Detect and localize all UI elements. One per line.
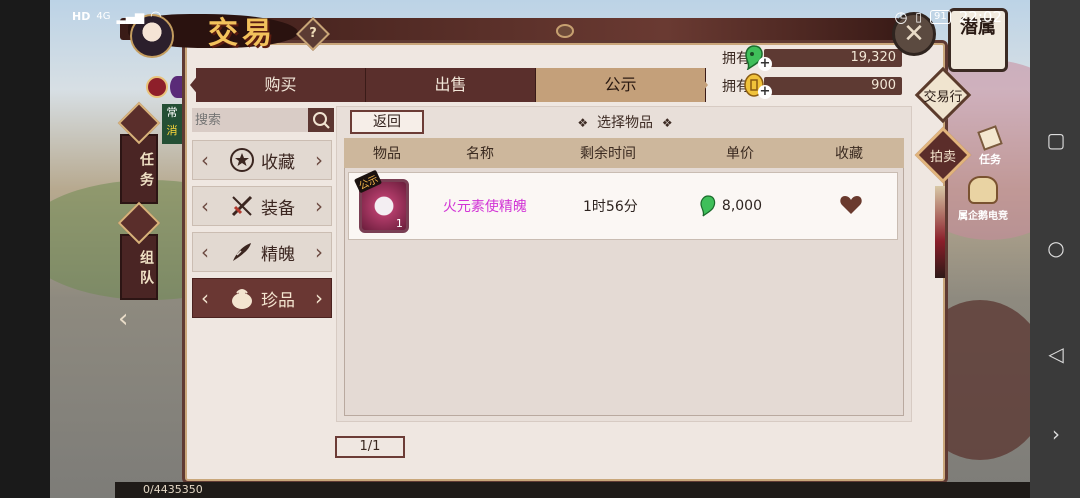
auction-label: 拍卖 <box>929 150 956 165</box>
category-souls[interactable]: ‹ 精魄 › <box>192 232 332 272</box>
back-button[interactable]: 返回 <box>350 110 424 134</box>
task-tab[interactable]: 任务 <box>120 134 158 204</box>
select-item-title: ❖ 选择物品 ❖ <box>540 112 710 134</box>
category-favorites[interactable]: ‹ 收藏 › <box>192 140 332 180</box>
sword-icon <box>231 195 253 217</box>
tab-buy[interactable]: 购买 <box>196 68 366 102</box>
column-time-left: 剩余时间 <box>580 146 636 162</box>
chevron-right-icon: › <box>315 286 323 310</box>
chevron-left-icon: ‹ <box>201 240 209 264</box>
column-item: 物品 <box>373 146 401 162</box>
chevron-left-icon: ‹ <box>201 194 209 218</box>
clock: 22:02 <box>958 8 1002 26</box>
category-equipment[interactable]: ‹ 装备 › <box>192 186 332 226</box>
chevron-left-icon: ‹ <box>201 286 209 310</box>
back-nav-icon[interactable]: ◁ <box>1045 342 1067 366</box>
left-collapse-icon[interactable]: ‹ <box>118 304 128 334</box>
alarm-icon: ◷ <box>894 8 908 26</box>
scroll-icon <box>977 125 1003 151</box>
coin-currency-row: 拥有 + 900 <box>722 73 902 99</box>
jade-add-button[interactable]: + <box>758 57 772 71</box>
search-button[interactable] <box>308 108 334 132</box>
guild-button[interactable]: 属企鹅电竞 <box>950 176 1016 224</box>
list-header: 物品 名称 剩余时间 单价 收藏 <box>344 138 904 168</box>
tab-sell[interactable]: 出售 <box>366 68 536 102</box>
trade-house-button[interactable]: 交易行 <box>914 66 972 124</box>
category-favorites-label: 收藏 <box>261 152 295 173</box>
system-nav-bar: ▢ ○ ◁ › <box>1030 0 1080 498</box>
category-treasures[interactable]: ‹ 珍品 › <box>192 278 332 318</box>
item-price: 8,000 <box>676 195 786 217</box>
green-jade-icon <box>700 195 716 217</box>
tab-left-cap <box>190 68 204 102</box>
title-ornament-left-icon: ❖ <box>577 116 589 130</box>
network-indicator: 4G <box>96 11 111 22</box>
status-icon-red <box>146 76 168 98</box>
category-equipment-label: 装备 <box>261 198 295 219</box>
right-task-text: 任务 <box>979 153 1001 166</box>
recents-icon[interactable]: ▢ <box>1045 128 1067 152</box>
screen-left-band <box>0 0 50 498</box>
guild-icon <box>968 176 998 204</box>
column-favorite: 收藏 <box>835 146 863 162</box>
item-name: 火元素使精魄 <box>442 199 527 215</box>
expand-icon[interactable]: › <box>1045 422 1067 446</box>
left-badge-bottom: 消 <box>166 124 178 137</box>
tassel-ornament <box>935 186 945 278</box>
trade-house-label: 交易行 <box>923 90 963 105</box>
coin-currency-value: 900 <box>871 78 896 93</box>
tab-bar: 购买 出售 公示 <box>196 68 706 102</box>
item-time-left: 1时56分 <box>583 199 638 215</box>
coin-currency-bar: + 900 <box>744 73 902 99</box>
guild-label: 属企鹅电竞 <box>958 211 1008 222</box>
table-row[interactable]: 公示 1 火元素使精魄 1时56分 8,000 <box>348 169 898 240</box>
feather-icon <box>233 243 251 261</box>
item-quantity: 1 <box>395 217 403 230</box>
vibrate-icon: ▯ <box>915 10 923 24</box>
column-unit-price: 单价 <box>726 146 754 162</box>
page-indicator: 1/1 <box>335 436 405 458</box>
pot-icon <box>232 289 252 309</box>
status-bar: HD 4G ▂▄▆ ◠ ◷ ▯ 91 22:02 <box>0 0 1080 36</box>
tab-announcement[interactable]: 公示 <box>536 68 706 102</box>
home-icon[interactable]: ○ <box>1045 236 1067 260</box>
search-icon <box>313 112 330 129</box>
favorite-button[interactable] <box>806 193 897 219</box>
jade-currency-value: 19,320 <box>850 50 897 65</box>
tab-sell-label: 出售 <box>434 75 467 94</box>
item-icon: 公示 1 <box>353 169 409 233</box>
search-box <box>192 108 334 132</box>
search-input[interactable] <box>192 108 308 132</box>
category-souls-label: 精魄 <box>261 244 295 265</box>
bottom-status-bar: 0/4435350 <box>115 482 1030 498</box>
jade-currency-row: 拥有 + 19,320 <box>722 45 902 71</box>
experience-counter: 0/4435350 <box>143 483 203 496</box>
left-badge-top: 常 <box>166 106 178 119</box>
tab-announcement-label: 公示 <box>604 75 637 94</box>
battery-indicator: 91 <box>930 10 951 24</box>
item-price-value: 8,000 <box>721 198 763 214</box>
heart-icon <box>840 196 862 214</box>
chevron-right-icon: › <box>315 194 323 218</box>
signal-icon: ▂▄▆ <box>116 9 145 24</box>
category-treasures-label: 珍品 <box>261 290 295 311</box>
right-task-label[interactable]: 任务 <box>972 125 1008 168</box>
left-badge: 常 消 <box>162 104 182 144</box>
wifi-icon: ◠ <box>150 9 162 24</box>
chevron-right-icon: › <box>315 148 323 172</box>
select-item-label: 选择物品 <box>597 115 653 131</box>
column-name: 名称 <box>466 146 494 162</box>
title-ornament-right-icon: ❖ <box>661 116 673 130</box>
chevron-left-icon: ‹ <box>201 148 209 172</box>
star-icon <box>230 148 254 172</box>
jade-currency-bar: + 19,320 <box>745 45 902 71</box>
announcement-tag: 公示 <box>353 169 383 194</box>
coin-add-button[interactable]: + <box>758 85 772 99</box>
hd-indicator: HD <box>72 10 91 23</box>
chevron-right-icon: › <box>315 240 323 264</box>
tab-buy-label: 购买 <box>264 75 297 94</box>
tab-right-cap <box>694 68 708 102</box>
